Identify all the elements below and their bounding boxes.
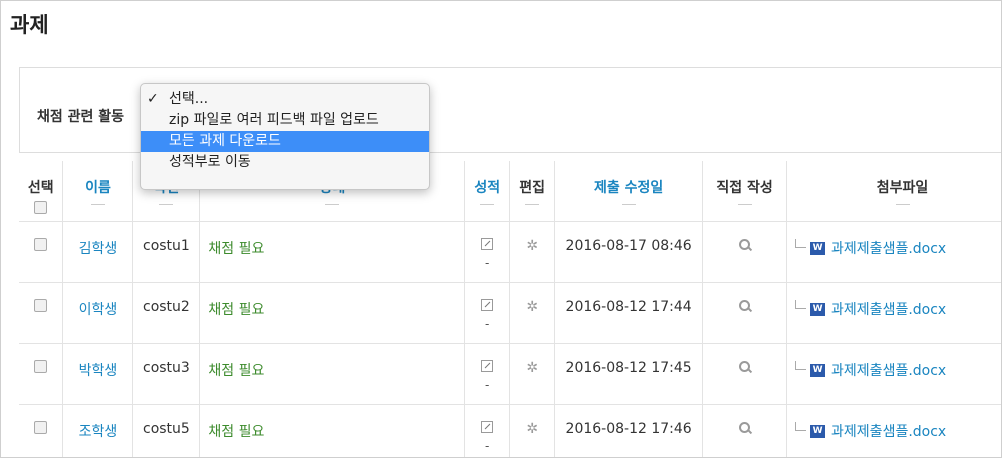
student-id: costu2 (132, 282, 201, 344)
header-name[interactable]: 이름 (62, 161, 134, 222)
row-checkbox[interactable] (34, 237, 48, 251)
table-row: 김학생 costu1 채점 필요 - ✲ 2016-08-17 08:46 W과… (19, 221, 1001, 283)
student-id: costu1 (132, 221, 201, 283)
word-doc-icon: W (810, 364, 826, 377)
tree-connector (795, 299, 807, 309)
checkmark-icon: ✓ (147, 91, 159, 107)
tree-connector (795, 360, 807, 370)
submissions-table: 선택 이름 학번 상태 성적 편집 제출 (19, 161, 1001, 457)
status-text: 채점 필요 (208, 240, 265, 257)
select-all-checkbox[interactable] (34, 201, 48, 214)
row-checkbox[interactable] (34, 420, 48, 434)
dropdown-option-select[interactable]: ✓ 선택... (141, 89, 429, 110)
grade-value: - (485, 438, 490, 453)
header-grade[interactable]: 성적 (464, 161, 511, 222)
assignment-page: 과제 채점 관련 활동 ✓ 선택... zip 파일로 여러 피드백 파일 업로드… (0, 0, 1002, 458)
dropdown-option-download-all[interactable]: 모든 과제 다운로드 (141, 131, 429, 152)
search-icon[interactable] (739, 238, 751, 250)
search-icon[interactable] (739, 299, 751, 311)
student-id: costu5 (132, 404, 201, 457)
table-row: 박학생 costu3 채점 필요 - ✲ 2016-08-12 17:45 W과… (19, 343, 1001, 405)
header-attachment: 첨부파일 (786, 161, 1001, 222)
attachment-link[interactable]: 과제제출샘플.docx (831, 302, 946, 318)
attachment-link[interactable]: 과제제출샘플.docx (831, 241, 946, 257)
grade-value: - (485, 377, 490, 392)
grading-action-label: 채점 관련 활동 (37, 109, 125, 125)
page-title: 과제 (10, 13, 49, 37)
status-text: 채점 필요 (208, 362, 265, 379)
student-name-link[interactable]: 박학생 (79, 363, 118, 379)
student-id: costu3 (132, 343, 201, 405)
word-doc-icon: W (810, 303, 826, 316)
status-text: 채점 필요 (208, 423, 265, 440)
modified-date: 2016-08-12 17:46 (554, 404, 704, 457)
student-name-link[interactable]: 이학생 (79, 302, 118, 318)
gear-icon[interactable]: ✲ (526, 299, 538, 315)
gear-icon[interactable]: ✲ (526, 360, 538, 376)
edit-icon[interactable] (481, 359, 494, 372)
edit-icon[interactable] (481, 237, 494, 250)
student-name-link[interactable]: 조학생 (79, 424, 118, 440)
tree-connector (795, 421, 807, 431)
table-row: 조학생 costu5 채점 필요 - ✲ 2016-08-12 17:46 W과… (19, 404, 1001, 457)
search-icon[interactable] (739, 360, 751, 372)
modified-date: 2016-08-17 08:46 (554, 221, 704, 283)
row-checkbox[interactable] (34, 298, 48, 312)
grade-value: - (485, 316, 490, 331)
status-text: 채점 필요 (208, 301, 265, 318)
modified-date: 2016-08-12 17:44 (554, 282, 704, 344)
gear-icon[interactable]: ✲ (526, 421, 538, 437)
header-direct: 직접 작성 (702, 161, 788, 222)
search-icon[interactable] (739, 421, 751, 433)
edit-icon[interactable] (481, 420, 494, 433)
gear-icon[interactable]: ✲ (526, 238, 538, 254)
dropdown-option-go-to-gradebook[interactable]: 성적부로 이동 (141, 152, 429, 173)
header-edit: 편집 (509, 161, 556, 222)
header-select: 선택 (19, 161, 64, 222)
attachment-link[interactable]: 과제제출샘플.docx (831, 363, 946, 379)
word-doc-icon: W (810, 425, 826, 438)
row-checkbox[interactable] (34, 359, 48, 373)
attachment-link[interactable]: 과제제출샘플.docx (831, 424, 946, 440)
student-name-link[interactable]: 김학생 (79, 241, 118, 257)
dropdown-option-upload-zip-feedback[interactable]: zip 파일로 여러 피드백 파일 업로드 (141, 110, 429, 131)
header-modified[interactable]: 제출 수정일 (554, 161, 704, 222)
tree-connector (795, 238, 807, 248)
modified-date: 2016-08-12 17:45 (554, 343, 704, 405)
grade-value: - (485, 255, 490, 270)
word-doc-icon: W (810, 242, 826, 255)
edit-icon[interactable] (481, 298, 494, 311)
grading-action-dropdown[interactable]: ✓ 선택... zip 파일로 여러 피드백 파일 업로드 모든 과제 다운로드 … (140, 83, 430, 190)
table-row: 이학생 costu2 채점 필요 - ✲ 2016-08-12 17:44 W과… (19, 282, 1001, 344)
